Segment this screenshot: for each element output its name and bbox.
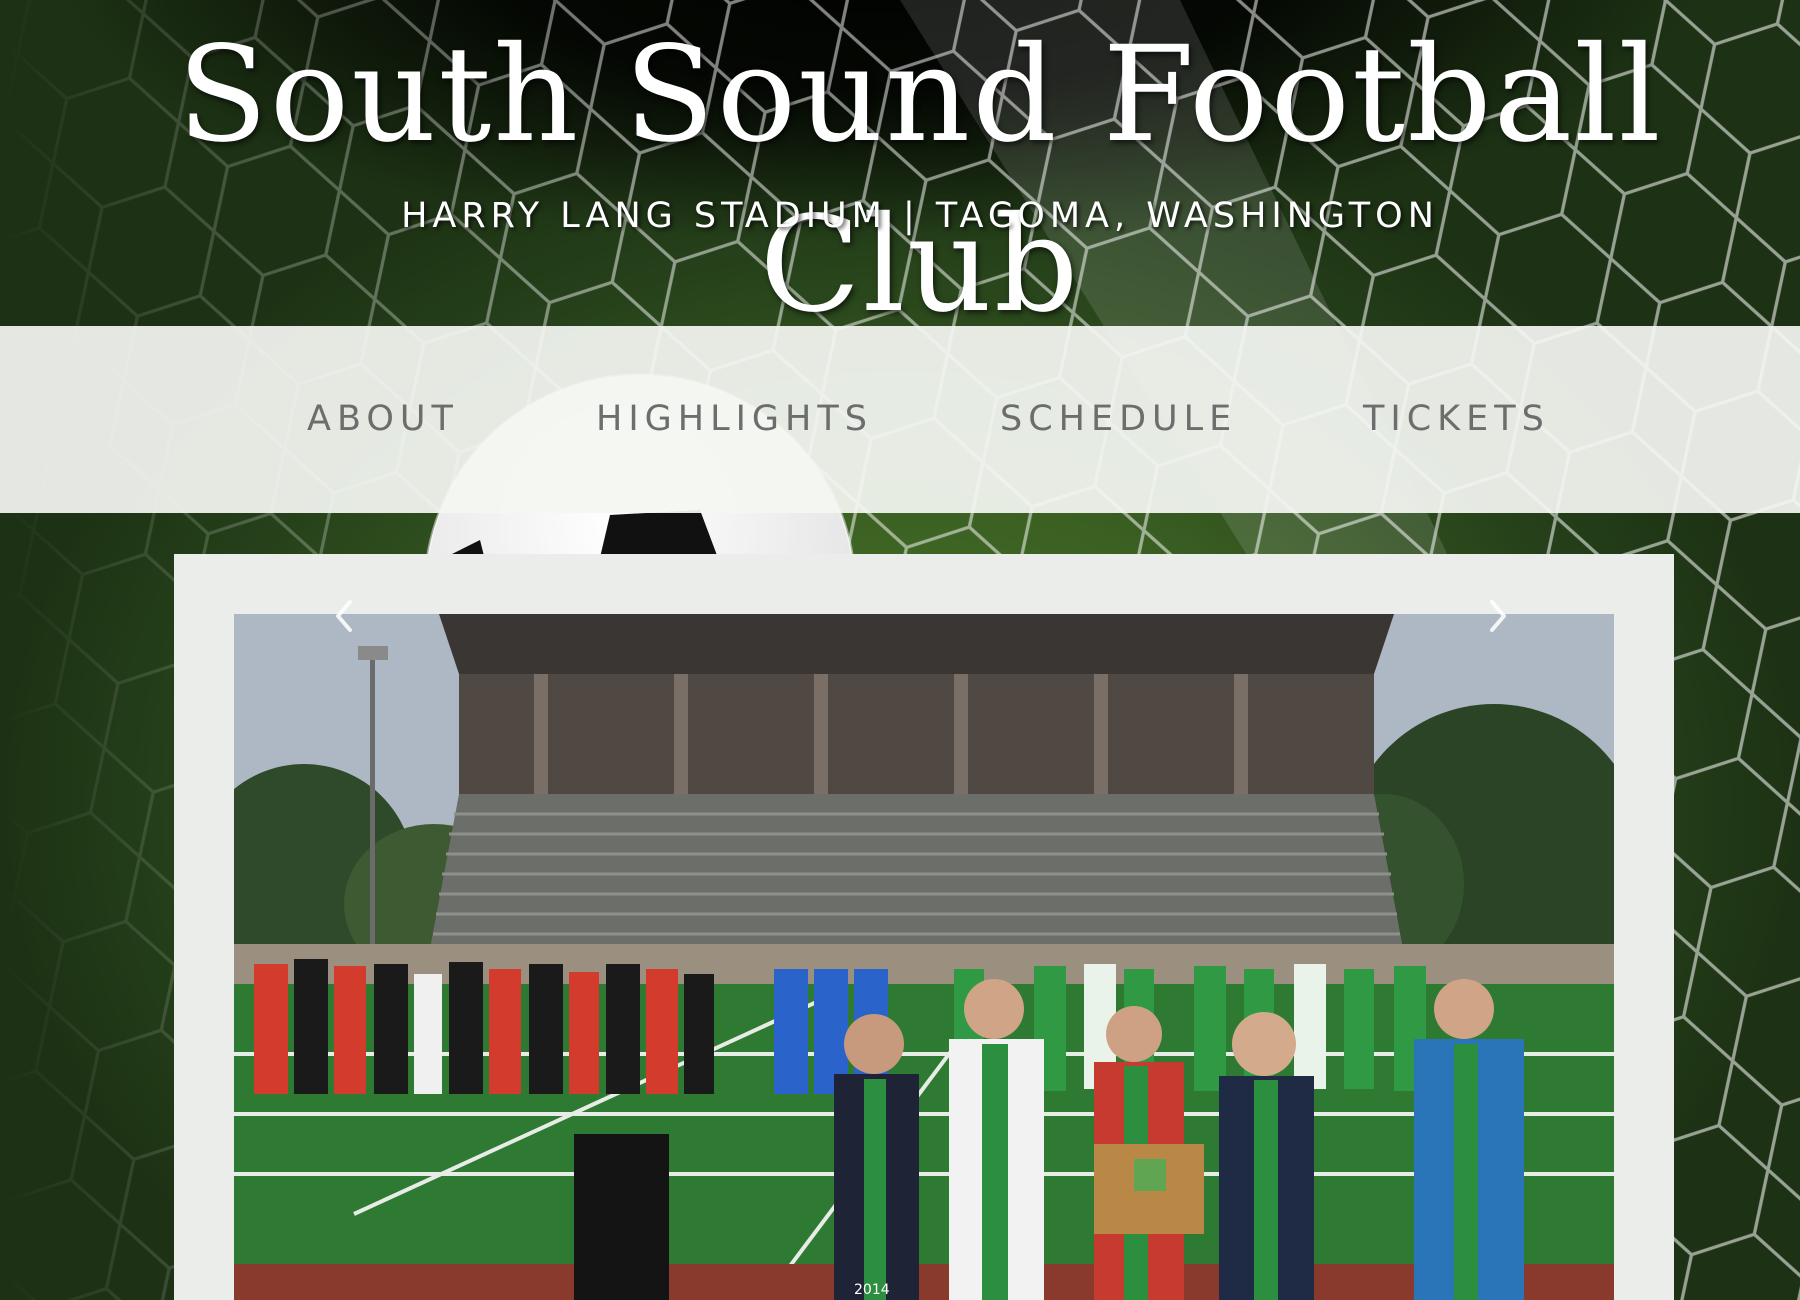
nav-item-schedule[interactable]: SCHEDULE xyxy=(1000,326,1237,513)
nav-item-highlights[interactable]: HIGHLIGHTS xyxy=(596,326,873,513)
slideshow-card: 2014 xyxy=(174,554,1674,1300)
nav-item-about[interactable]: ABOUT xyxy=(307,326,459,513)
slideshow-image[interactable]: 2014 xyxy=(234,614,1614,1300)
stadium-photo: 2014 xyxy=(234,614,1614,1300)
main-navigation: ABOUT HIGHLIGHTS SCHEDULE TICKETS xyxy=(0,326,1800,513)
nav-item-tickets[interactable]: TICKETS xyxy=(1363,326,1550,513)
scarf-year-label: 2014 xyxy=(854,1282,890,1298)
site-tagline: HARRY LANG STADIUM | TACOMA, WASHINGTON xyxy=(401,196,1439,236)
site-title[interactable]: South Sound Football Club xyxy=(0,10,1800,350)
chevron-right-icon xyxy=(1490,600,1506,632)
slideshow-next-button[interactable] xyxy=(1476,580,1520,652)
slideshow-prev-button[interactable] xyxy=(322,580,366,652)
chevron-left-icon xyxy=(336,600,352,632)
